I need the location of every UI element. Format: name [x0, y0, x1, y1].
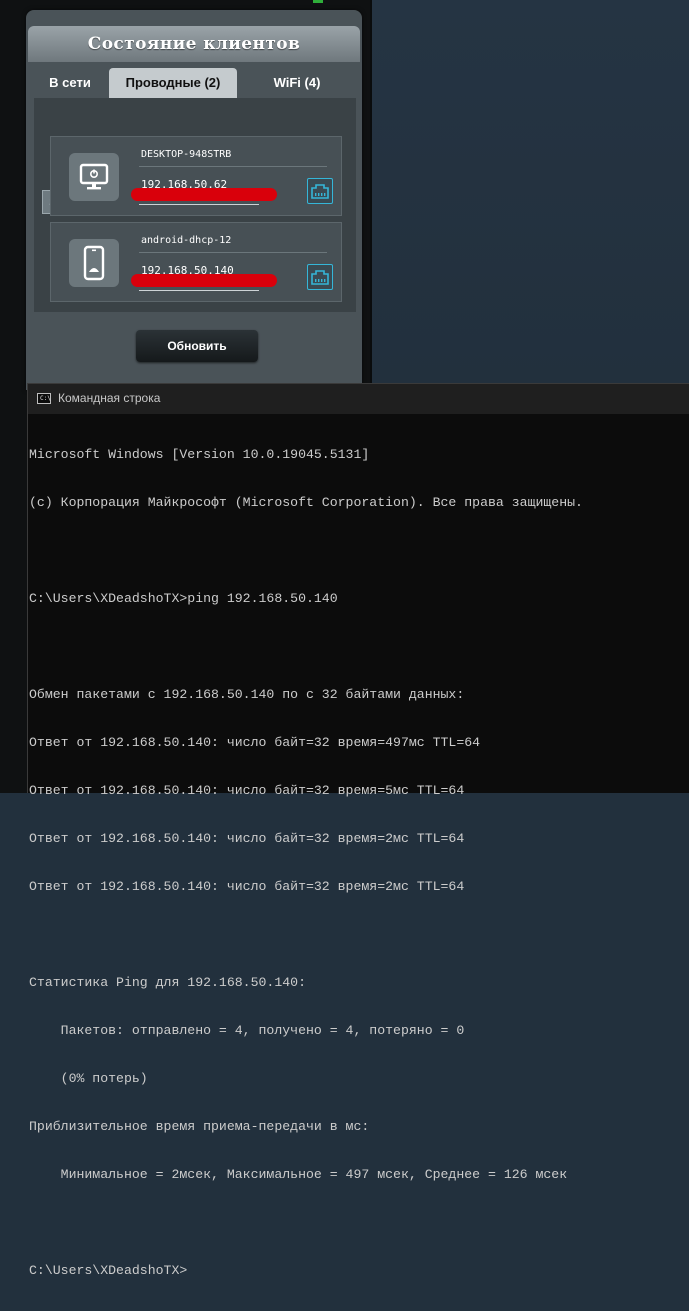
phone-icon [69, 239, 119, 287]
console-line: Ответ от 192.168.50.140: число байт=32 в… [29, 735, 481, 750]
tab-wifi[interactable]: WiFi (4) [240, 68, 354, 98]
command-prompt-line[interactable]: C:\Users\XDeadshoTX> [29, 1263, 687, 1279]
console-line: C:\Users\XDeadshoTX>ping 192.168.50.140 [29, 591, 338, 606]
console-line: Обмен пакетами с 192.168.50.140 по с 32 … [29, 687, 465, 702]
background-right [372, 0, 689, 384]
console-line: Статистика Ping для 192.168.50.140: [29, 975, 306, 990]
command-prompt-window[interactable]: C:\ Командная строка Microsoft Windows [… [27, 383, 689, 1278]
window-titlebar[interactable]: C:\ Командная строка [28, 384, 689, 414]
redaction-mark [131, 274, 277, 287]
top-indicator [313, 0, 323, 3]
console-line: Ответ от 192.168.50.140: число байт=32 в… [29, 783, 465, 798]
console-line: Минимальное = 2мсек, Максимальное = 497 … [29, 1167, 568, 1182]
client-list-area: DESKTOP-948STRB 192.168.50.62 [34, 98, 356, 312]
client-tabs: В сети Проводные (2) WiFi (4) [34, 68, 356, 98]
lan-port-icon[interactable] [307, 264, 333, 290]
client-status-panel: Состояние клиентов В сети Проводные (2) … [26, 10, 362, 390]
client-name: android-dhcp-12 [141, 235, 232, 246]
console-line: (0% потерь) [29, 1071, 148, 1086]
panel-title: Состояние клиентов [28, 26, 360, 62]
console-icon: C:\ [37, 393, 51, 404]
client-card[interactable]: android-dhcp-12 192.168.50.140 [50, 222, 342, 302]
tab-wired[interactable]: Проводные (2) [109, 68, 237, 98]
refresh-button[interactable]: Обновить [136, 330, 258, 362]
redaction-mark [131, 188, 277, 201]
window-title: Командная строка [58, 391, 161, 405]
client-name: DESKTOP-948STRB [141, 149, 232, 160]
tab-online[interactable]: В сети [34, 68, 106, 98]
client-card[interactable]: DESKTOP-948STRB 192.168.50.62 [50, 136, 342, 216]
console-output[interactable]: Microsoft Windows [Version 10.0.19045.51… [29, 415, 687, 1311]
console-line: Приблизительное время приема-передачи в … [29, 1119, 370, 1134]
console-line: Ответ от 192.168.50.140: число байт=32 в… [29, 879, 465, 894]
console-line: (c) Корпорация Майкрософт (Microsoft Cor… [29, 495, 583, 510]
lan-port-icon[interactable] [307, 178, 333, 204]
console-line: Microsoft Windows [Version 10.0.19045.51… [29, 447, 370, 462]
divider [139, 204, 259, 205]
monitor-icon [69, 153, 119, 201]
divider [139, 166, 327, 167]
console-line: Пакетов: отправлено = 4, получено = 4, п… [29, 1023, 465, 1038]
divider [139, 252, 327, 253]
divider [139, 290, 259, 291]
console-line: Ответ от 192.168.50.140: число байт=32 в… [29, 831, 465, 846]
